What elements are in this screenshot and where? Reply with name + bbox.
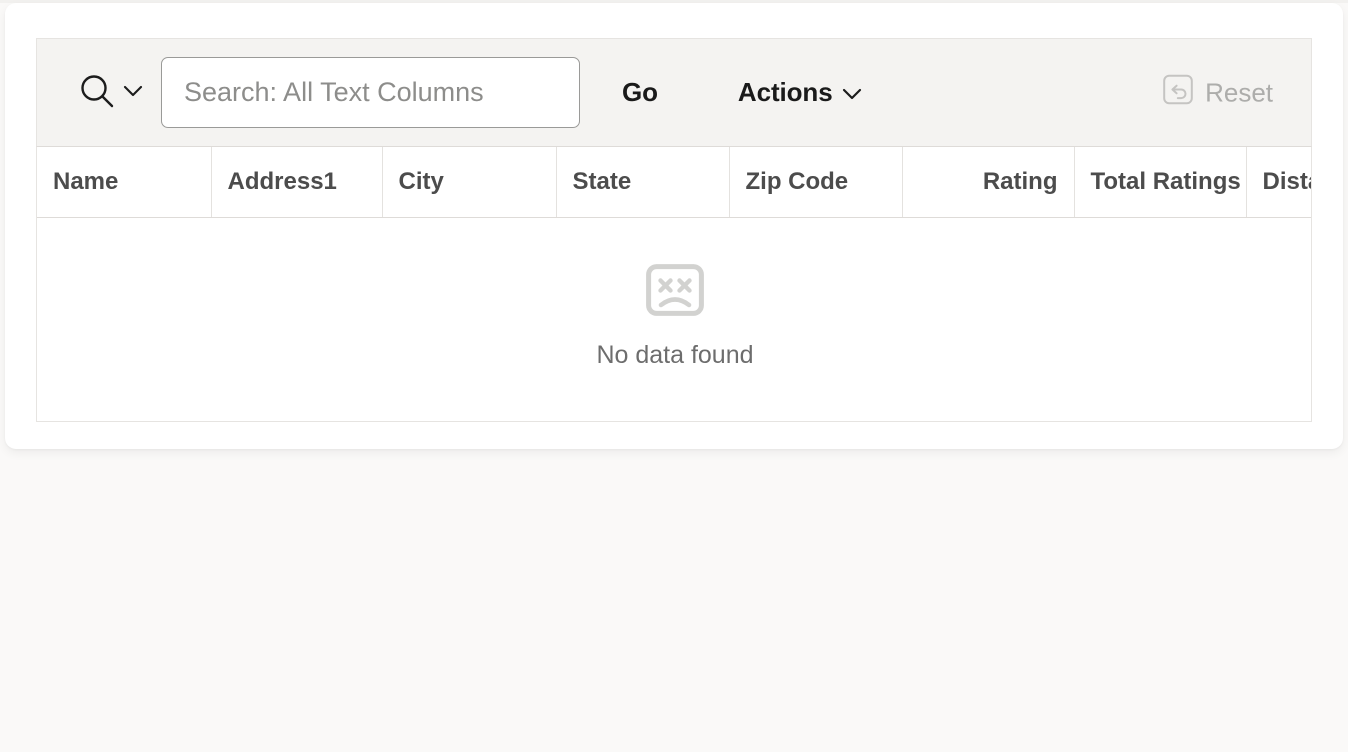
search-icon — [78, 72, 116, 113]
search-column-selector-button[interactable] — [78, 72, 143, 113]
report-search-toolbar: Go Actions — [36, 38, 1312, 146]
column-header-city[interactable]: City — [382, 147, 557, 218]
chevron-down-icon — [842, 77, 862, 108]
column-header-distance[interactable]: Distance — [1246, 147, 1311, 218]
chevron-down-icon — [123, 84, 143, 101]
column-header-state[interactable]: State — [556, 147, 730, 218]
no-data-message: No data found — [596, 340, 754, 369]
table-header: Name Address1 City State Zip Code Rating Total… — [37, 147, 1311, 218]
actions-button-label: Actions — [737, 77, 833, 107]
column-header-zip-code[interactable]: Zip Code — [729, 147, 903, 218]
column-header-name[interactable]: Name — [37, 147, 212, 218]
table-body: No data found — [37, 217, 1311, 416]
report-table: Name Address1 City State Zip Code Rating Total… — [37, 147, 1311, 416]
page-root: Go Actions — [0, 0, 1348, 752]
reset-button[interactable]: Reset — [1162, 73, 1273, 112]
reset-undo-icon — [1162, 73, 1194, 112]
go-button[interactable]: Go — [622, 77, 658, 108]
column-header-total-ratings[interactable]: Total Ratings — [1074, 147, 1247, 218]
report-table-container[interactable]: Name Address1 City State Zip Code Rating Total… — [36, 146, 1312, 422]
no-data-content: No data found — [37, 263, 1311, 370]
search-input[interactable] — [161, 57, 580, 128]
actions-button[interactable]: Actions — [738, 77, 862, 108]
no-data-cell: No data found — [37, 217, 1311, 416]
interactive-report-card: Go Actions — [5, 3, 1343, 449]
reset-button-label: Reset — [1205, 77, 1273, 107]
table-header-row: Name Address1 City State Zip Code Rating Total… — [37, 147, 1311, 218]
interactive-report: Go Actions — [36, 38, 1312, 422]
column-header-address1[interactable]: Address1 — [211, 147, 383, 218]
column-header-rating[interactable]: Rating — [902, 147, 1075, 218]
no-data-row: No data found — [37, 217, 1311, 416]
sad-face-no-data-icon — [646, 263, 704, 321]
